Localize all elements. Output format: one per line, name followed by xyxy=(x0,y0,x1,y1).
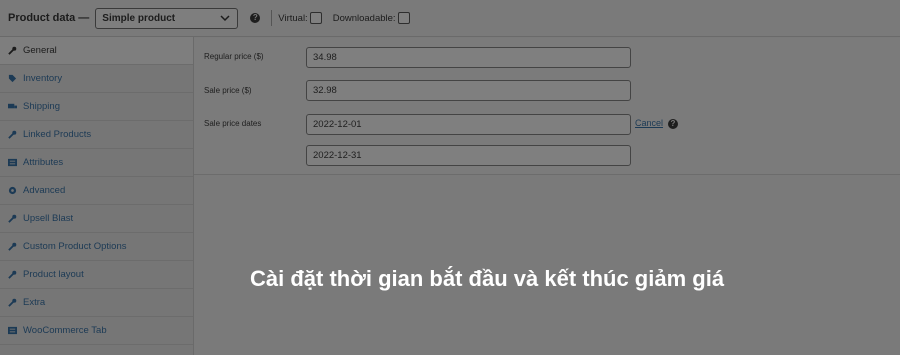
sidebar-item-label: WooCommerce Tab xyxy=(23,325,107,336)
sidebar-item-upsell-blast[interactable]: Upsell Blast xyxy=(0,205,193,233)
gear-icon xyxy=(8,186,17,195)
sidebar-item-shipping[interactable]: Shipping xyxy=(0,93,193,121)
truck-icon xyxy=(8,103,17,109)
wrench-icon xyxy=(8,46,17,55)
sidebar-item-label: Shipping xyxy=(23,101,60,112)
list-icon xyxy=(8,158,17,167)
virtual-label: Virtual: xyxy=(278,12,308,24)
help-icon[interactable]: ? xyxy=(668,119,678,129)
tag-icon xyxy=(8,74,17,83)
wrench-icon xyxy=(8,298,17,307)
chevron-down-icon xyxy=(220,15,230,22)
sidebar-item-advanced[interactable]: Advanced xyxy=(0,177,193,205)
sale-price-input[interactable]: 32.98 xyxy=(306,80,631,101)
sidebar-item-product-layout[interactable]: Product layout xyxy=(0,261,193,289)
link-icon xyxy=(8,130,17,139)
product-data-header: Product data — Simple product ? Virtual:… xyxy=(0,0,900,37)
regular-price-input[interactable]: 34.98 xyxy=(306,47,631,68)
overlay-caption: Cài đặt thời gian bắt đầu và kết thúc gi… xyxy=(250,266,725,291)
wrench-icon xyxy=(8,242,17,251)
product-type-select[interactable]: Simple product xyxy=(95,7,239,29)
sidebar-item-label: Attributes xyxy=(23,157,64,168)
regular-price-label: Regular price ($) xyxy=(204,52,264,61)
product-data-tabs: General Inventory Shipping Linked Produc… xyxy=(0,37,194,355)
sidebar-item-label: Product layout xyxy=(23,269,84,280)
sale-date-from-input[interactable]: 2022-12-01 xyxy=(306,114,631,135)
product-type-value: Simple product xyxy=(102,12,176,24)
sidebar-item-label: Upsell Blast xyxy=(23,213,74,224)
cancel-schedule-link[interactable]: Cancel xyxy=(635,118,663,128)
sale-price-label: Sale price ($) xyxy=(204,86,252,95)
wrench-icon xyxy=(8,270,17,279)
sidebar-item-inventory[interactable]: Inventory xyxy=(0,65,193,93)
sidebar-item-label: General xyxy=(23,45,57,56)
general-panel: Regular price ($) 34.98 Sale price ($) 3… xyxy=(194,38,900,175)
product-data-title: Product data — xyxy=(8,12,90,24)
header-divider xyxy=(271,10,273,26)
sidebar-item-linked-products[interactable]: Linked Products xyxy=(0,121,193,149)
sidebar-item-attributes[interactable]: Attributes xyxy=(0,149,193,177)
sidebar-item-label: Extra xyxy=(23,297,46,308)
sidebar-item-woocommerce-tab[interactable]: WooCommerce Tab xyxy=(0,317,193,345)
downloadable-checkbox[interactable] xyxy=(397,12,410,24)
wrench-icon xyxy=(8,214,17,223)
help-icon[interactable]: ? xyxy=(250,13,261,23)
list-icon xyxy=(8,326,17,335)
sidebar-item-general[interactable]: General xyxy=(0,37,193,65)
sidebar-item-label: Linked Products xyxy=(23,129,92,140)
sidebar-item-label: Advanced xyxy=(23,185,66,196)
sidebar-item-label: Inventory xyxy=(23,73,63,84)
sale-price-dates-label: Sale price dates xyxy=(204,119,262,128)
virtual-checkbox[interactable] xyxy=(309,12,322,24)
sidebar-item-extra[interactable]: Extra xyxy=(0,289,193,317)
sidebar-item-custom-product-options[interactable]: Custom Product Options xyxy=(0,233,193,261)
downloadable-label: Downloadable: xyxy=(332,12,396,24)
sale-date-to-input[interactable]: 2022-12-31 xyxy=(306,145,631,166)
sidebar-item-label: Custom Product Options xyxy=(23,241,127,252)
